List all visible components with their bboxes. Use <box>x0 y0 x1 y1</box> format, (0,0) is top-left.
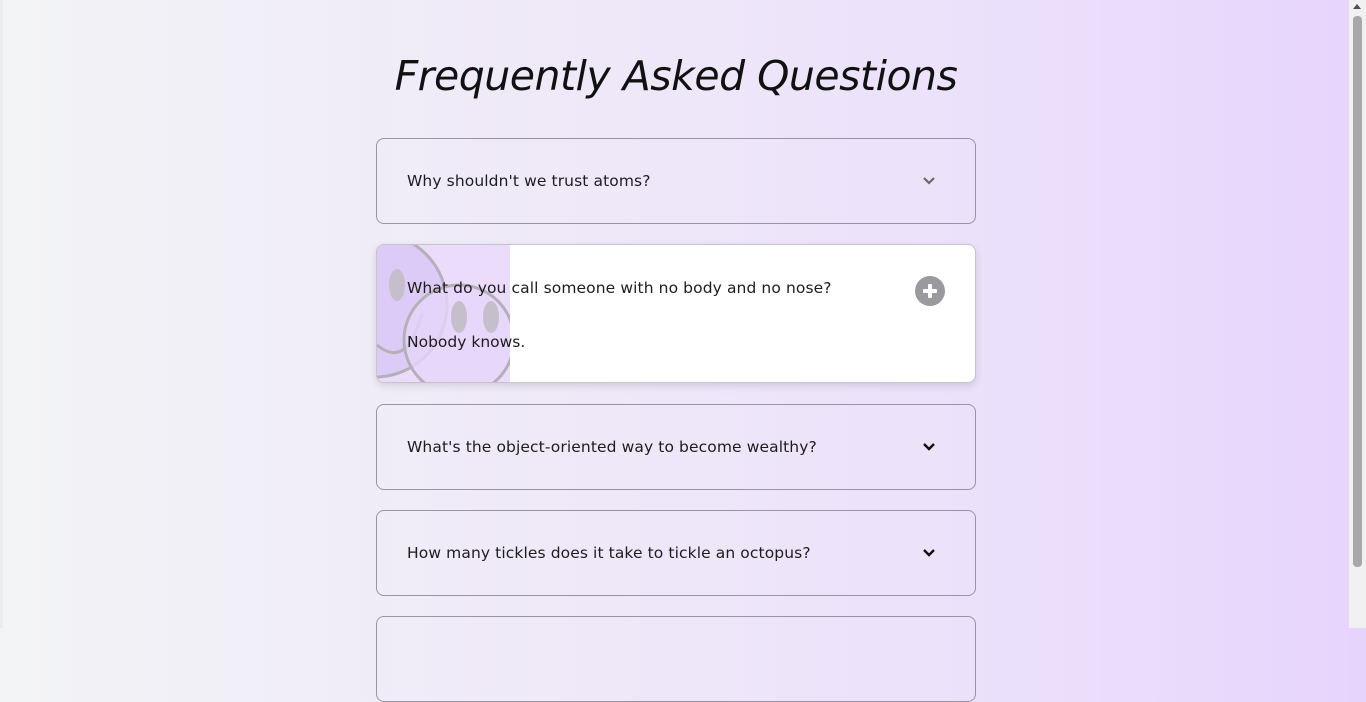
chevron-down-icon[interactable] <box>921 441 937 453</box>
faq-item-partial[interactable] <box>376 616 976 702</box>
faq-item-expanded[interactable]: What do you call someone with no body an… <box>376 244 976 383</box>
plus-icon[interactable] <box>915 276 945 306</box>
faq-item[interactable]: What's the object-oriented way to become… <box>376 404 976 490</box>
faq-answer: Nobody knows. <box>407 333 526 351</box>
faq-question: How many tickles does it take to tickle … <box>407 544 811 562</box>
faq-question: Why shouldn't we trust atoms? <box>407 172 651 190</box>
vertical-scrollbar[interactable] <box>1349 0 1366 628</box>
faq-item[interactable]: Why shouldn't we trust atoms? <box>376 138 976 224</box>
smiley-face-illustration <box>377 245 510 382</box>
scroll-up-arrow-icon[interactable] <box>1353 4 1361 9</box>
scrollbar-thumb[interactable] <box>1353 16 1362 567</box>
chevron-down-icon[interactable] <box>921 175 937 187</box>
page-title: Frequently Asked Questions <box>394 52 958 100</box>
faq-question: What do you call someone with no body an… <box>407 279 832 297</box>
chevron-down-icon[interactable] <box>921 547 937 559</box>
faq-item[interactable]: How many tickles does it take to tickle … <box>376 510 976 596</box>
faq-question: What's the object-oriented way to become… <box>407 438 817 456</box>
